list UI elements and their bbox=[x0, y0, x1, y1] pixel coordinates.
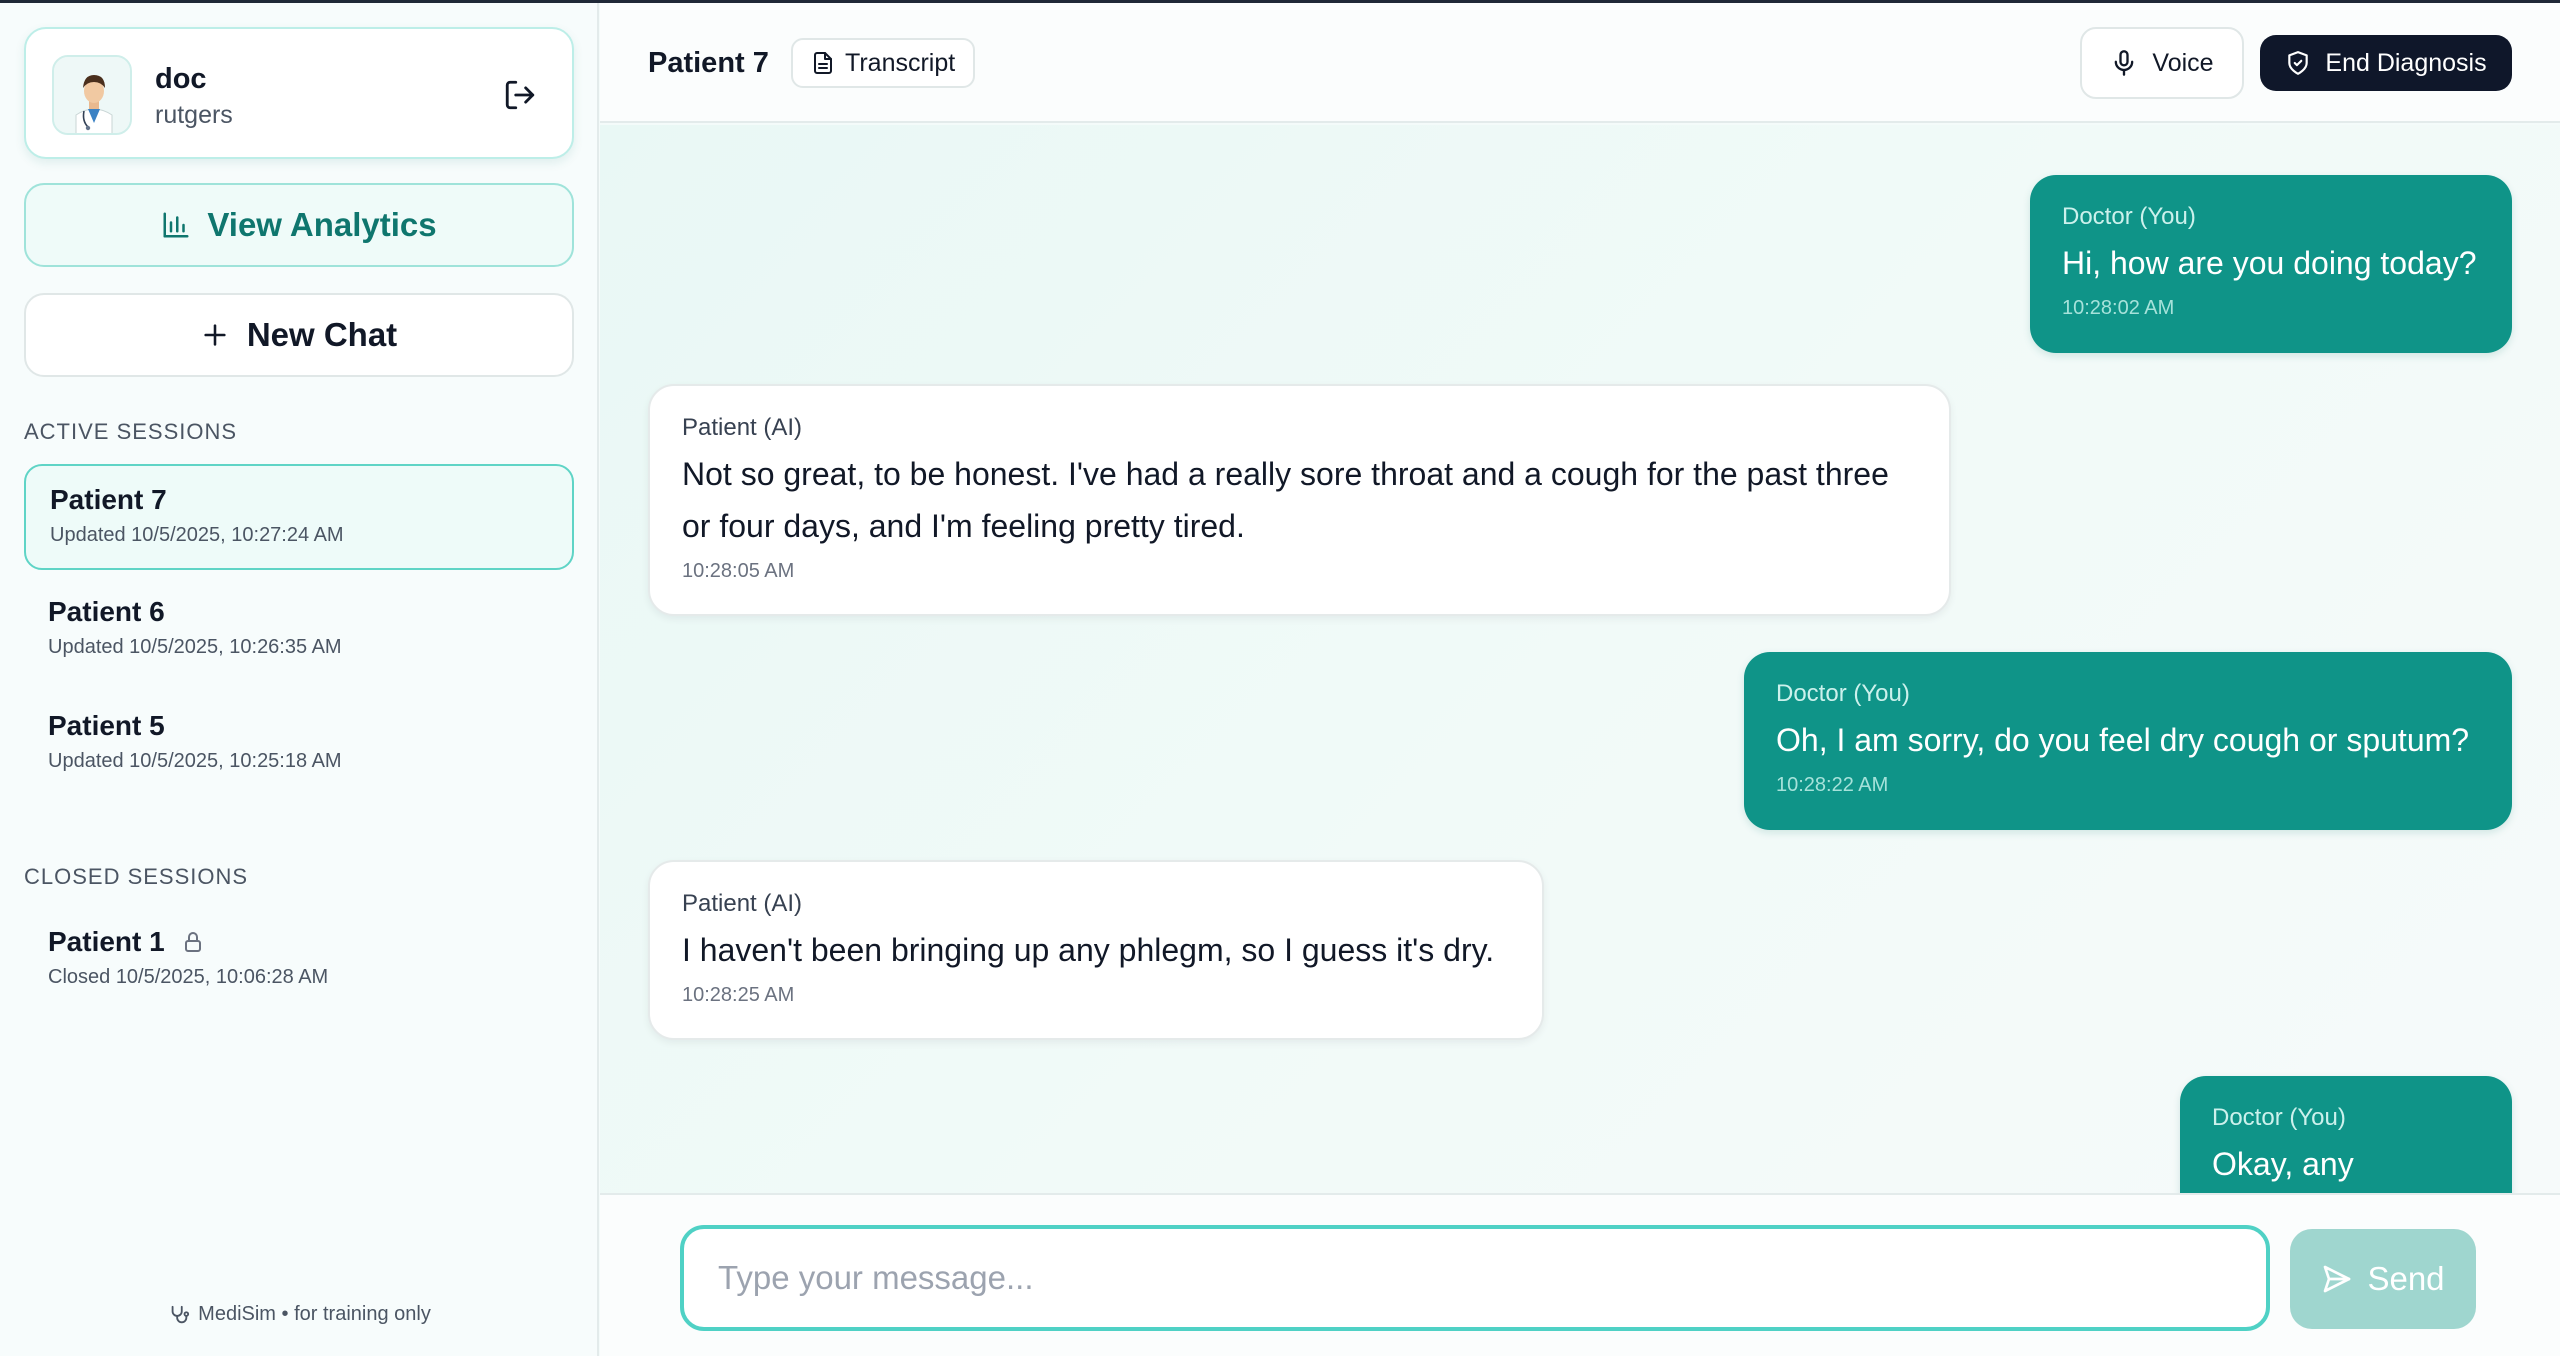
bar-chart-icon bbox=[163, 212, 189, 238]
message-text: I haven't been bringing up any phlegm, s… bbox=[682, 932, 1495, 968]
shield-check-icon bbox=[2288, 51, 2309, 75]
chat-header: Patient 7 Transcript Voice End Diagnosis bbox=[600, 3, 2560, 123]
voice-button[interactable]: Voice bbox=[2080, 27, 2244, 99]
logout-button[interactable] bbox=[496, 71, 544, 119]
user-org: rutgers bbox=[155, 101, 233, 129]
chat-main: Patient 7 Transcript Voice End Diagnosis… bbox=[600, 3, 2560, 1356]
view-analytics-label: View Analytics bbox=[207, 206, 437, 243]
session-title: Patient 7 bbox=[50, 484, 167, 515]
user-name: doc bbox=[155, 63, 207, 95]
stethoscope-icon bbox=[171, 1305, 190, 1323]
voice-label: Voice bbox=[2152, 48, 2214, 77]
message-text: Okay, any nausea? bbox=[2212, 1146, 2354, 1182]
new-chat-label: New Chat bbox=[246, 316, 398, 353]
message-sender: Doctor (You) bbox=[2062, 203, 2196, 230]
new-chat-button[interactable]: New Chat bbox=[24, 293, 574, 377]
user-card: doc rutgers bbox=[24, 27, 574, 159]
message-patient: Patient (AI) Not so great, to be honest.… bbox=[648, 384, 1951, 616]
sidebar-footer: MediSim • for training only bbox=[0, 1303, 599, 1326]
session-item-patient-6[interactable]: Patient 6 Updated 10/5/2025, 10:26:35 AM bbox=[24, 578, 574, 684]
lock-icon bbox=[184, 932, 201, 952]
document-icon bbox=[814, 52, 832, 74]
message-text: Not so great, to be honest. I've had a r… bbox=[682, 456, 1889, 544]
microphone-icon bbox=[2115, 50, 2134, 76]
transcript-button[interactable]: Transcript bbox=[791, 38, 976, 88]
session-item-patient-7[interactable]: Patient 7 Updated 10/5/2025, 10:27:24 AM bbox=[24, 464, 574, 570]
message-sender: Doctor (You) bbox=[1776, 680, 1910, 707]
plus-icon bbox=[204, 324, 226, 346]
session-updated: Updated 10/5/2025, 10:26:35 AM bbox=[48, 636, 342, 658]
message-sender: Patient (AI) bbox=[682, 414, 803, 441]
session-item-patient-1[interactable]: Patient 1 Closed 10/5/2025, 10:06:28 AM bbox=[24, 908, 574, 1014]
session-updated: Updated 10/5/2025, 10:25:18 AM bbox=[48, 750, 342, 772]
message-doctor: Doctor (You) Okay, any nausea? bbox=[2180, 1076, 2512, 1193]
session-item-patient-5[interactable]: Patient 5 Updated 10/5/2025, 10:25:18 AM bbox=[24, 692, 574, 798]
message-sender: Patient (AI) bbox=[682, 890, 803, 917]
active-sessions-heading: ACTIVE SESSIONS bbox=[24, 419, 238, 444]
send-button[interactable]: Send bbox=[2290, 1229, 2476, 1329]
session-title: Patient 6 bbox=[48, 596, 165, 627]
send-label: Send bbox=[2367, 1260, 2445, 1297]
message-text: Oh, I am sorry, do you feel dry cough or… bbox=[1776, 722, 2470, 758]
end-diagnosis-button[interactable]: End Diagnosis bbox=[2260, 35, 2512, 91]
transcript-label: Transcript bbox=[845, 48, 956, 77]
message-list[interactable]: Doctor (You) Hi, how are you doing today… bbox=[600, 125, 2560, 1193]
closed-sessions-heading: CLOSED SESSIONS bbox=[24, 864, 249, 889]
session-title: Patient 1 bbox=[48, 926, 165, 957]
message-doctor: Doctor (You) Hi, how are you doing today… bbox=[2030, 175, 2512, 353]
end-diagnosis-label: End Diagnosis bbox=[2325, 48, 2487, 77]
message-text: Hi, how are you doing today? bbox=[2062, 245, 2477, 281]
message-time: 10:28:05 AM bbox=[682, 560, 795, 582]
chat-title: Patient 7 bbox=[648, 47, 769, 79]
message-time: 10:28:22 AM bbox=[1776, 774, 1889, 796]
send-icon bbox=[2324, 1265, 2351, 1293]
doctor-avatar bbox=[52, 55, 132, 135]
message-composer: Send bbox=[600, 1193, 2560, 1356]
message-patient: Patient (AI) I haven't been bringing up … bbox=[648, 860, 1544, 1040]
message-time: 10:28:25 AM bbox=[682, 984, 795, 1006]
message-doctor: Doctor (You) Oh, I am sorry, do you feel… bbox=[1744, 652, 2512, 830]
message-time: 10:28:02 AM bbox=[2062, 297, 2175, 319]
session-updated: Updated 10/5/2025, 10:27:24 AM bbox=[50, 524, 344, 546]
session-title: Patient 5 bbox=[48, 710, 165, 741]
logout-icon bbox=[505, 80, 535, 110]
session-closed-time: Closed 10/5/2025, 10:06:28 AM bbox=[48, 966, 329, 988]
footer-text: MediSim • for training only bbox=[198, 1303, 431, 1325]
message-input[interactable] bbox=[680, 1225, 2270, 1331]
view-analytics-button[interactable]: View Analytics bbox=[24, 183, 574, 267]
sidebar: doc rutgers View Analytics New Chat ACTI… bbox=[0, 3, 599, 1356]
message-sender: Doctor (You) bbox=[2212, 1104, 2346, 1131]
